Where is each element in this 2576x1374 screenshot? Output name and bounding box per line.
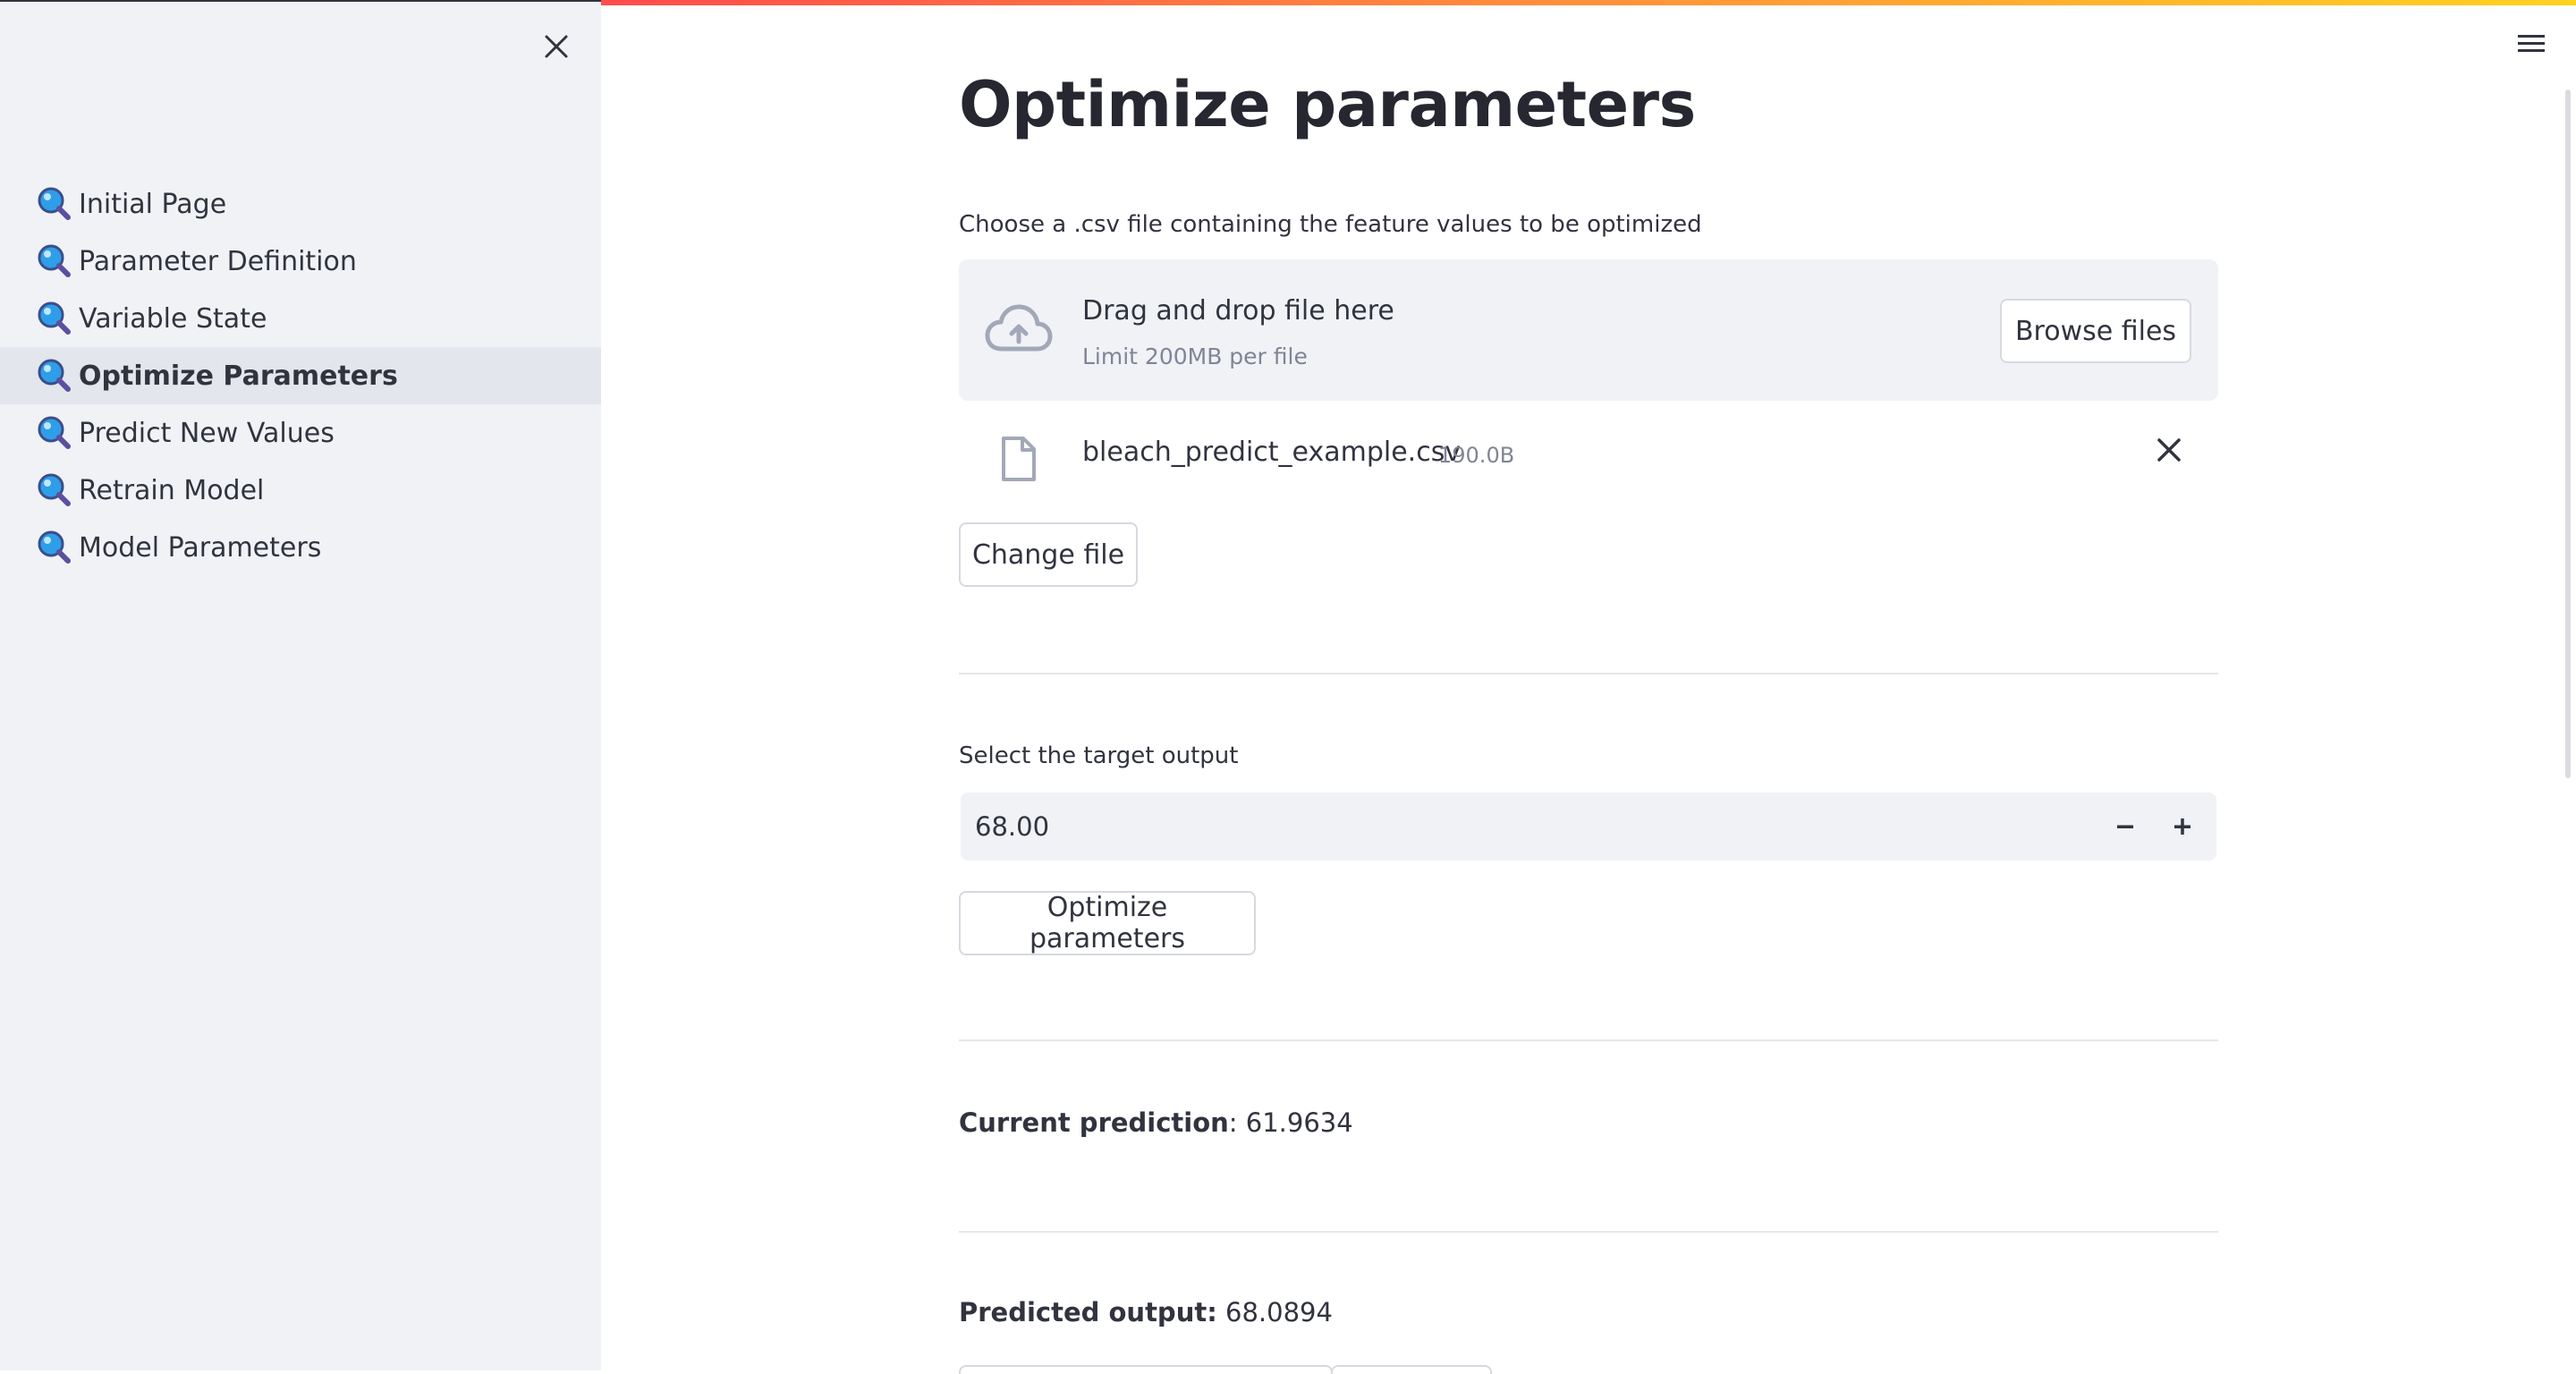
file-name: bleach_predict_example.csv [1082, 437, 1462, 468]
sidebar-item-predict-new-values[interactable]: Predict New Values [0, 404, 601, 462]
target-output-label: Select the target output [959, 742, 1239, 769]
sidebar-item-label: Retrain Model [79, 474, 265, 506]
predicted-output: Predicted output: 68.0894 [959, 1297, 1333, 1327]
sidebar: Initial Page Parameter Definition Variable… [0, 0, 601, 1370]
top-decoration-bar [601, 0, 2576, 5]
predicted-output-value: 68.0894 [1216, 1297, 1333, 1327]
sidebar-item-initial-page[interactable]: Initial Page [0, 175, 601, 233]
uploaded-file-row: bleach_predict_example.csv 190.0B [959, 420, 2218, 487]
close-icon [2157, 438, 2181, 462]
sidebar-item-variable-state[interactable]: Variable State [0, 290, 601, 347]
main-menu-button[interactable] [2515, 30, 2551, 61]
dropzone-title: Drag and drop file here [1082, 295, 1394, 327]
cloud-upload-icon [985, 304, 1053, 352]
sidebar-item-label: Predict New Values [79, 417, 335, 449]
sidebar-item-retrain-model[interactable]: Retrain Model [0, 462, 601, 519]
sidebar-item-parameter-definition[interactable]: Parameter Definition [0, 233, 601, 290]
target-output-input[interactable] [975, 793, 1959, 861]
current-prediction: Current prediction: 61.9634 [959, 1107, 1353, 1138]
sidebar-item-label: Model Parameters [79, 531, 322, 564]
magnifier-icon [38, 244, 71, 277]
hamburger-icon [2518, 35, 2545, 52]
divider [959, 673, 2218, 674]
sidebar-item-label: Optimize Parameters [79, 360, 398, 392]
partial-button-left[interactable] [959, 1365, 1333, 1374]
increment-button[interactable] [2161, 805, 2204, 848]
decrement-button[interactable] [2104, 805, 2147, 848]
close-icon [545, 35, 568, 58]
magnifier-icon [38, 301, 71, 335]
file-dropzone[interactable]: Drag and drop file here Limit 200MB per … [959, 259, 2218, 401]
minus-icon [2117, 825, 2133, 828]
scrollbar[interactable] [2565, 89, 2571, 778]
file-size: 190.0B [1438, 443, 1515, 468]
plus-icon [2174, 818, 2190, 835]
current-prediction-value: : 61.9634 [1228, 1107, 1353, 1138]
optimize-parameters-button[interactable]: Optimize parameters [959, 891, 1256, 955]
magnifier-icon [38, 530, 71, 564]
sidebar-item-label: Initial Page [79, 188, 227, 220]
sidebar-item-label: Parameter Definition [79, 245, 357, 277]
divider [959, 1231, 2218, 1233]
magnifier-icon [38, 473, 71, 506]
predicted-output-label: Predicted output: [959, 1297, 1217, 1327]
magnifier-icon [38, 416, 71, 449]
sidebar-nav: Initial Page Parameter Definition Variable… [0, 175, 601, 576]
sidebar-item-label: Variable State [79, 302, 267, 335]
remove-file-button[interactable] [2156, 437, 2191, 472]
dropzone-limit: Limit 200MB per file [1082, 344, 1308, 369]
partial-button-right[interactable] [1331, 1365, 1492, 1374]
current-prediction-label: Current prediction [959, 1107, 1229, 1138]
sidebar-item-model-parameters[interactable]: Model Parameters [0, 519, 601, 576]
uploader-label: Choose a .csv file containing the featur… [959, 211, 1702, 238]
browse-files-button[interactable]: Browse files [2000, 299, 2191, 363]
magnifier-icon [38, 359, 71, 392]
sidebar-item-optimize-parameters[interactable]: Optimize Parameters [0, 347, 601, 404]
change-file-button[interactable]: Change file [959, 522, 1138, 587]
target-output-stepper[interactable] [961, 793, 2216, 861]
magnifier-icon [38, 187, 71, 220]
page-title: Optimize parameters [959, 68, 1696, 141]
close-sidebar-button[interactable] [538, 29, 574, 64]
divider [959, 1039, 2218, 1041]
file-icon [1002, 437, 1036, 481]
